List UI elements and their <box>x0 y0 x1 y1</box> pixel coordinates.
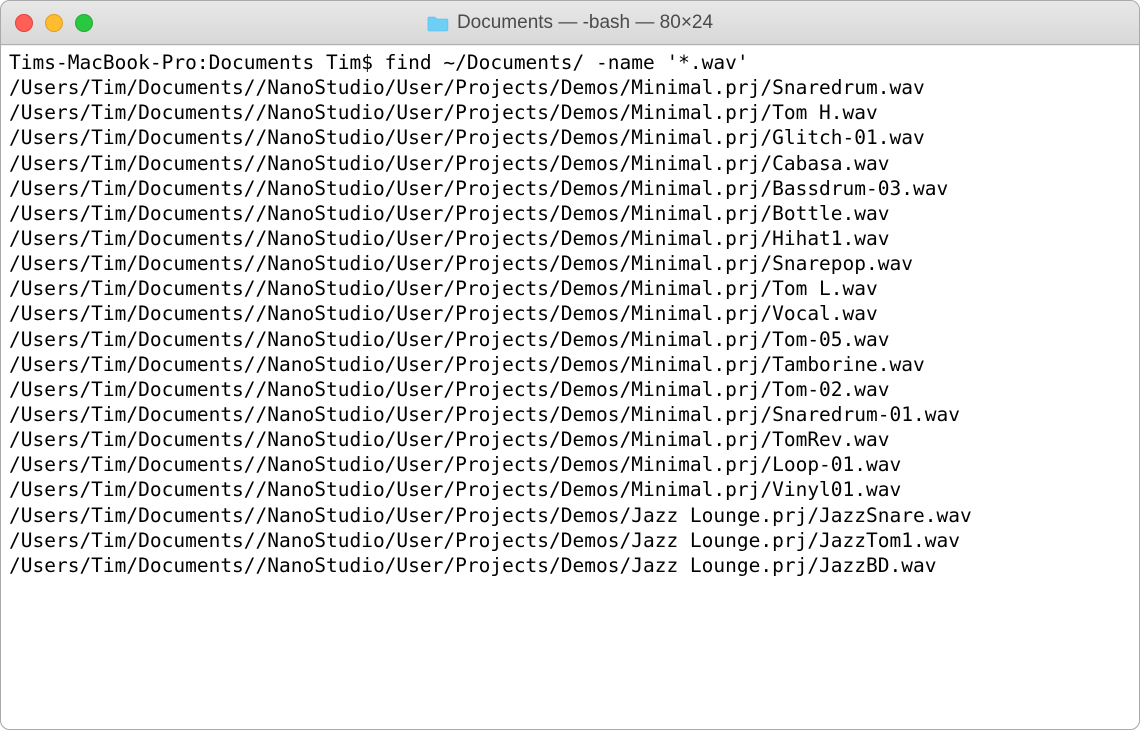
close-button[interactable] <box>15 14 33 32</box>
titlebar[interactable]: Documents — -bash — 80×24 <box>1 1 1139 45</box>
window-title-group: Documents — -bash — 80×24 <box>427 12 713 34</box>
window-title: Documents — -bash — 80×24 <box>457 12 713 34</box>
terminal-window: Documents — -bash — 80×24 Tims-MacBook-P… <box>0 0 1140 730</box>
terminal-body[interactable]: Tims-MacBook-Pro:Documents Tim$ find ~/D… <box>1 45 1139 729</box>
minimize-button[interactable] <box>45 14 63 32</box>
folder-icon <box>427 14 449 32</box>
traffic-lights <box>15 14 93 32</box>
maximize-button[interactable] <box>75 14 93 32</box>
